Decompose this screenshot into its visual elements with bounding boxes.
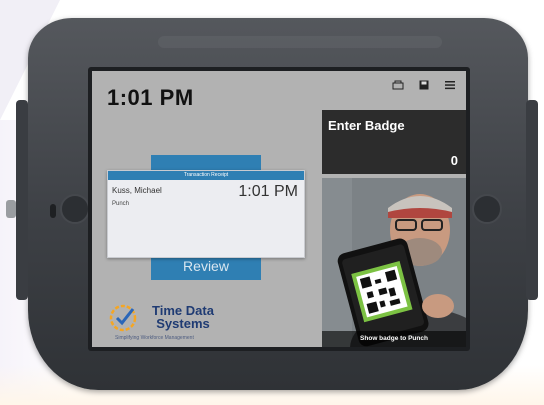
clock: 1:01 PM: [107, 85, 194, 110]
receipt-employee-name: Kuss, Michael: [112, 186, 162, 195]
printer-icon[interactable]: [392, 80, 404, 90]
kiosk-lock: [6, 200, 16, 218]
tablet-screen: 1:01 PM Review Transaction Receipt Kuss,…: [92, 71, 466, 347]
logo-text-line2: Systems: [156, 316, 210, 331]
badge-title: Enter Badge: [328, 118, 405, 133]
receipt-time: 1:01 PM: [238, 183, 298, 200]
receipt-punch-type: Punch: [112, 201, 130, 207]
camera-preview: Show badge to Punch: [322, 178, 466, 347]
badge-entry-box[interactable]: Enter Badge 0: [322, 110, 466, 174]
company-logo: Time Data Systems Simplifying Workforce …: [107, 299, 227, 343]
logo-clock-icon: [109, 304, 137, 332]
top-toolbar: [392, 80, 456, 90]
logo-text: Time Data Systems: [143, 304, 223, 330]
badge-panel: Enter Badge 0 Show badge to Punch: [322, 110, 466, 347]
transaction-receipt: Transaction Receipt Kuss, Michael 1:01 P…: [107, 170, 305, 258]
receipt-header: Transaction Receipt: [108, 171, 304, 180]
kiosk-top-highlight: [158, 36, 442, 48]
logo-tagline: Simplifying Workforce Management: [115, 335, 194, 341]
camera-feed-image: [322, 178, 466, 347]
save-icon[interactable]: [418, 80, 430, 90]
kiosk-side-tab-right: [526, 100, 538, 300]
kiosk-camera-left: [60, 194, 90, 224]
camera-caption: Show badge to Punch: [322, 331, 466, 347]
review-button-label: Review: [183, 258, 229, 274]
menu-icon[interactable]: [444, 80, 456, 90]
kiosk-home-button: [472, 194, 502, 224]
badge-value: 0: [450, 153, 458, 168]
kiosk-sensor: [50, 204, 56, 218]
kiosk-side-tab-left: [16, 100, 28, 300]
